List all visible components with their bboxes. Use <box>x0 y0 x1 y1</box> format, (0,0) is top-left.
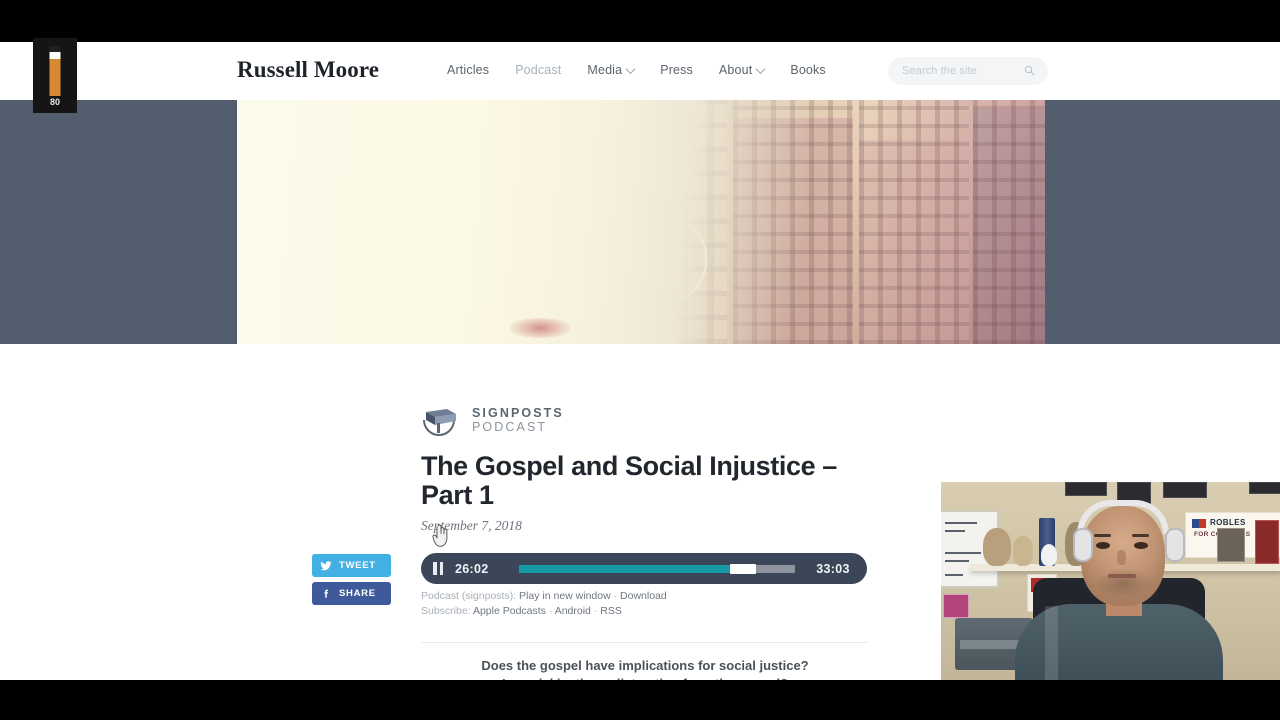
podcast-link-row-1: Podcast (signposts): Play in new window … <box>421 590 667 602</box>
nav-item-about[interactable]: About <box>718 63 766 77</box>
android-link[interactable]: Android <box>555 605 591 617</box>
tweet-button[interactable]: TWEET <box>312 554 391 577</box>
search-icon[interactable] <box>1024 65 1035 76</box>
download-link[interactable]: Download <box>620 590 667 602</box>
apple-podcasts-link[interactable]: Apple Podcasts <box>473 605 546 617</box>
signposts-podcast-logo[interactable]: SIGNPOSTS PODCAST <box>421 404 564 436</box>
page-title: The Gospel and Social Injustice – Part 1 <box>421 451 837 510</box>
nav-label: Podcast <box>515 63 562 77</box>
podcast-name: SIGNPOSTS <box>472 406 564 420</box>
main-nav: Articles Podcast Media Press About Books <box>447 63 826 77</box>
site-brand[interactable]: Russell Moore <box>237 57 379 83</box>
screen: Russell Moore Articles Podcast Media Pre… <box>0 0 1280 720</box>
signpost-icon <box>421 404 461 436</box>
volume-level-meter: 80 <box>33 38 77 113</box>
share-buttons: TWEET SHARE <box>312 554 391 610</box>
tweet-label: TWEET <box>339 560 376 571</box>
nav-label: Articles <box>447 63 490 77</box>
volume-value: 80 <box>49 97 60 107</box>
play-in-new-window-link[interactable]: Play in new window <box>519 590 611 602</box>
hero-image <box>237 100 1045 344</box>
nav-label: Books <box>790 63 826 77</box>
audio-player[interactable]: 26:02 33:03 <box>421 553 867 584</box>
chevron-down-icon <box>625 63 636 74</box>
total-time: 33:03 <box>816 561 850 576</box>
nav-item-articles[interactable]: Articles <box>447 63 489 77</box>
pause-button[interactable] <box>421 562 455 575</box>
twitter-icon <box>320 560 332 572</box>
nav-item-podcast[interactable]: Podcast <box>515 63 561 77</box>
mouse-cursor <box>432 524 451 548</box>
search-placeholder: Search the site <box>902 65 977 77</box>
volume-track <box>49 46 61 96</box>
share-label: SHARE <box>339 588 376 599</box>
nav-item-books[interactable]: Books <box>790 63 826 77</box>
post-lede: Does the gospel have implications for so… <box>421 657 869 680</box>
facebook-icon <box>320 588 332 600</box>
nav-item-press[interactable]: Press <box>660 63 693 77</box>
nav-label: About <box>718 63 753 77</box>
podcast-links: Podcast (signposts): Play in new window … <box>421 589 869 619</box>
progress-scrubber[interactable] <box>519 563 795 574</box>
nav-item-media[interactable]: Media <box>587 63 636 77</box>
search-input[interactable]: Search the site <box>888 57 1048 85</box>
facebook-share-button[interactable]: SHARE <box>312 582 391 605</box>
podcast-link-row-2: Subscribe: Apple Podcasts · Android · RS… <box>421 604 622 617</box>
volume-fill <box>49 52 61 96</box>
nav-label: Press <box>660 63 693 77</box>
progress-handle[interactable] <box>730 563 757 574</box>
current-time: 26:02 <box>455 561 489 576</box>
chevron-down-icon <box>755 63 766 74</box>
podcast-kicker: PODCAST <box>472 420 548 434</box>
nav-label: Media <box>587 63 623 77</box>
progress-fill <box>519 564 735 573</box>
rss-link[interactable]: RSS <box>600 605 622 617</box>
letterbox-bottom <box>0 680 1280 720</box>
hero-cream-wash <box>237 100 1045 344</box>
site-header: Russell Moore Articles Podcast Media Pre… <box>0 42 1280 100</box>
letterbox-top <box>0 0 1280 42</box>
webcam-overlay: ROBLES FOR CONGRESS <box>941 482 1280 680</box>
volume-cap <box>49 52 61 59</box>
lede-line-1: Does the gospel have implications for so… <box>481 658 809 673</box>
divider <box>421 642 869 643</box>
poster-text: ROBLES <box>1210 518 1246 527</box>
